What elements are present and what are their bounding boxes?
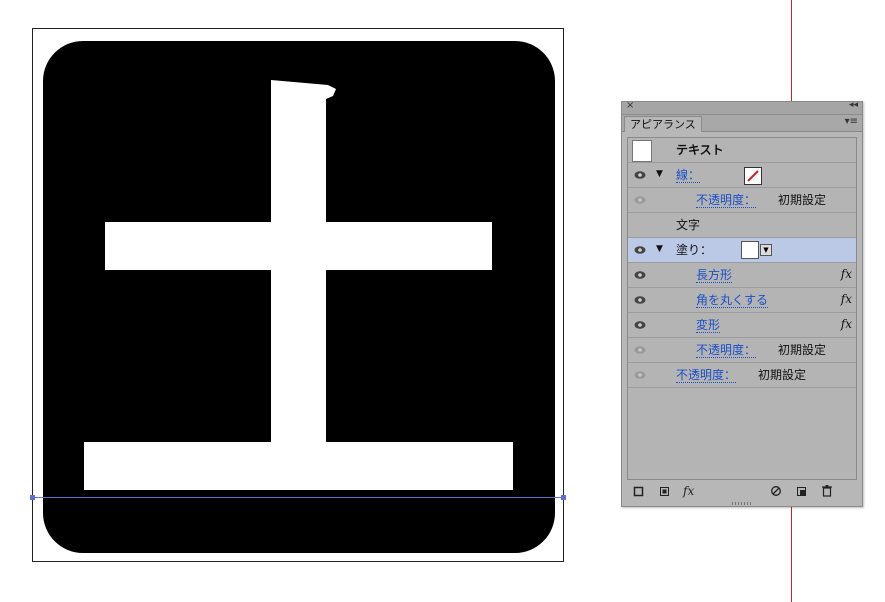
object-thumbnail xyxy=(632,140,652,162)
effect-transform-label[interactable]: 変形 xyxy=(696,318,721,333)
fill-opacity-value: 初期設定 xyxy=(778,343,827,357)
visibility-eye-icon[interactable] xyxy=(634,170,646,180)
delete-item-icon[interactable] xyxy=(821,484,833,498)
add-new-stroke-icon[interactable] xyxy=(633,484,645,498)
disclosure-triangle-icon[interactable]: ▼ xyxy=(656,169,663,179)
object-opacity-row[interactable]: 不透明度： 初期設定 xyxy=(628,363,856,388)
stroke-opacity-value: 初期設定 xyxy=(778,193,827,207)
resize-grip[interactable] xyxy=(732,502,752,505)
visibility-eye-icon[interactable] xyxy=(634,245,646,255)
fill-row[interactable]: ▼ 塗り： ▼ xyxy=(628,238,856,263)
fx-icon: fx xyxy=(840,317,852,331)
fx-icon: fx xyxy=(840,292,852,306)
collapse-icon[interactable]: ◂◂ xyxy=(849,100,858,110)
stroke-label[interactable]: 線： xyxy=(676,168,701,183)
disclosure-triangle-icon[interactable]: ▼ xyxy=(656,244,663,254)
appearance-panel: × ◂◂ アピアランス ▾≡ テキスト ▼ 線： 不透明度： 初期設定 文字 ▼… xyxy=(621,100,863,507)
object-row[interactable]: テキスト xyxy=(628,138,856,163)
characters-label: 文字 xyxy=(676,218,701,232)
fx-icon: fx xyxy=(840,267,852,281)
fill-color-swatch[interactable] xyxy=(741,241,759,259)
visibility-eye-icon[interactable] xyxy=(634,320,646,330)
tab-appearance[interactable]: アピアランス xyxy=(624,116,702,132)
add-new-effect-icon[interactable]: fx xyxy=(683,484,694,498)
panel-menu-icon[interactable]: ▾≡ xyxy=(845,116,858,127)
effect-round-corners-label[interactable]: 角を丸くする xyxy=(696,293,769,308)
clear-appearance-icon[interactable] xyxy=(770,484,782,498)
guide-anchor-left[interactable] xyxy=(30,495,35,500)
object-opacity-value: 初期設定 xyxy=(758,368,807,382)
duplicate-item-icon[interactable] xyxy=(796,484,808,498)
fill-label[interactable]: 塗り： xyxy=(676,243,712,257)
object-opacity-label[interactable]: 不透明度： xyxy=(676,368,737,383)
appearance-list: テキスト ▼ 線： 不透明度： 初期設定 文字 ▼ 塗り： ▼ 長方形 fx 角… xyxy=(627,137,857,480)
stroke-opacity-label[interactable]: 不透明度： xyxy=(696,193,757,208)
horizontal-guide[interactable] xyxy=(32,497,565,498)
visibility-eye-icon[interactable] xyxy=(634,195,646,205)
tab-row: アピアランス ▾≡ xyxy=(622,115,862,132)
stroke-row[interactable]: ▼ 線： xyxy=(628,163,856,188)
visibility-eye-icon[interactable] xyxy=(634,370,646,380)
characters-row[interactable]: 文字 xyxy=(628,213,856,238)
close-icon[interactable]: × xyxy=(626,100,634,111)
fill-opacity-row[interactable]: 不透明度： 初期設定 xyxy=(628,338,856,363)
panel-bottom-toolbar: fx xyxy=(622,481,862,501)
effect-transform-row[interactable]: 変形 fx xyxy=(628,313,856,338)
stroke-opacity-row[interactable]: 不透明度： 初期設定 xyxy=(628,188,856,213)
effect-round-corners-row[interactable]: 角を丸くする fx xyxy=(628,288,856,313)
glyph-character-art[interactable] xyxy=(43,41,555,553)
guide-anchor-right[interactable] xyxy=(561,495,566,500)
fill-opacity-label[interactable]: 不透明度： xyxy=(696,343,757,358)
glyph-base-bar xyxy=(84,442,513,490)
effect-rectangle-label[interactable]: 長方形 xyxy=(696,268,733,283)
visibility-eye-icon[interactable] xyxy=(634,345,646,355)
fill-swatch[interactable]: ▼ xyxy=(741,241,775,259)
visibility-eye-icon[interactable] xyxy=(634,270,646,280)
glyph-upper-bar xyxy=(105,222,492,270)
stroke-none-swatch-icon[interactable] xyxy=(744,167,762,185)
visibility-eye-icon[interactable] xyxy=(634,295,646,305)
effect-rectangle-row[interactable]: 長方形 fx xyxy=(628,263,856,288)
panel-title-bar[interactable]: × ◂◂ xyxy=(622,100,862,115)
add-new-fill-icon[interactable] xyxy=(659,484,671,498)
object-label: テキスト xyxy=(676,143,724,157)
chevron-down-icon[interactable]: ▼ xyxy=(760,244,772,256)
